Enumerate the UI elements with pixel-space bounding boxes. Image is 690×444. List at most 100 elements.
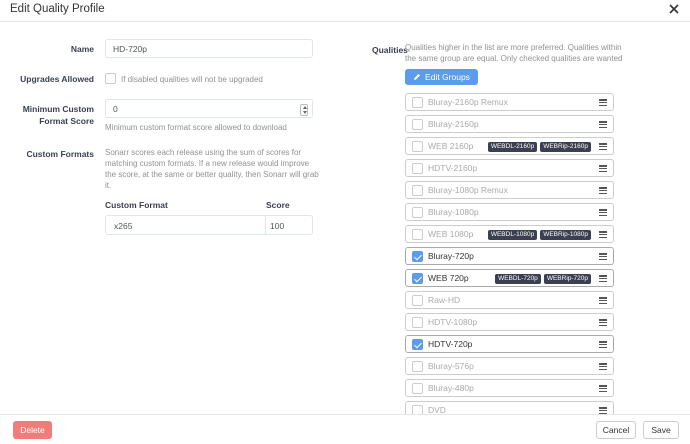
custom-format-score-input[interactable]: 100: [265, 216, 313, 234]
quality-name: Bluray-1080p Remux: [428, 185, 508, 195]
quality-checkbox[interactable]: [412, 207, 423, 218]
quality-tag: WEBDL-1080p: [487, 230, 538, 240]
drag-handle-icon[interactable]: [599, 319, 607, 327]
quality-checkbox[interactable]: [412, 383, 423, 394]
quality-item[interactable]: Bluray-2160p: [405, 115, 614, 133]
quality-checkbox[interactable]: [412, 163, 423, 174]
quality-name: WEB 1080p: [428, 229, 474, 239]
custom-formats-help-4: it.: [105, 181, 112, 190]
quality-name: Bluray-1080p: [428, 207, 479, 217]
drag-handle-icon[interactable]: [599, 363, 607, 371]
drag-handle-icon[interactable]: [599, 275, 607, 283]
modal-footer: Delete Cancel Save: [0, 414, 690, 444]
quality-checkbox[interactable]: [412, 405, 423, 414]
drag-handle-icon[interactable]: [599, 253, 607, 261]
drag-handle-icon[interactable]: [599, 187, 607, 195]
modal-header: Edit Quality Profile: [0, 0, 690, 22]
quality-checkbox[interactable]: [412, 339, 423, 350]
custom-formats-help-3: the score, at the same or better quality…: [105, 170, 319, 179]
min-score-label-2: Format Score: [39, 116, 94, 126]
quality-item[interactable]: HDTV-1080p: [405, 313, 614, 331]
quality-name: Raw-HD: [428, 295, 461, 305]
quality-item[interactable]: Bluray-1080p: [405, 203, 614, 221]
upgrades-allowed-label: Upgrades Allowed: [20, 74, 94, 84]
drag-handle-icon[interactable]: [599, 99, 607, 107]
quality-item[interactable]: DVD: [405, 401, 614, 414]
quality-tag: WEBRip-1080p: [540, 230, 591, 240]
quality-checkbox[interactable]: [412, 251, 423, 262]
quality-checkbox[interactable]: [412, 97, 423, 108]
save-button[interactable]: Save: [643, 421, 679, 439]
quality-item[interactable]: HDTV-720p: [405, 335, 614, 353]
drag-handle-icon[interactable]: [599, 165, 607, 173]
quality-group-tags: WEBDL-720p WEBRip-720p: [495, 274, 591, 284]
drag-handle-icon[interactable]: [599, 143, 607, 151]
quality-tag: WEBRip-720p: [543, 274, 591, 284]
modal-body: Name HD-720p Upgrades Allowed If disable…: [0, 22, 690, 414]
quality-item[interactable]: Bluray-2160p Remux: [405, 93, 614, 111]
min-score-value: 0: [113, 103, 118, 114]
drag-handle-icon[interactable]: [599, 341, 607, 349]
quality-item[interactable]: HDTV-2160p: [405, 159, 614, 177]
drag-handle-icon[interactable]: [599, 407, 607, 414]
quality-name: Bluray-480p: [428, 383, 474, 393]
quality-item[interactable]: Bluray-720p: [405, 247, 614, 265]
quality-name: Bluray-576p: [428, 361, 474, 371]
quality-name: WEB 720p: [428, 273, 469, 283]
quality-checkbox[interactable]: [412, 361, 423, 372]
quality-tag: WEBRip-2160p: [540, 142, 591, 152]
drag-handle-icon[interactable]: [599, 121, 607, 129]
stepper-icon[interactable]: [300, 104, 308, 116]
drag-handle-icon[interactable]: [599, 209, 607, 217]
quality-list: Bluray-2160p Remux Bluray-2160p WEB 2160p W…: [405, 93, 614, 414]
drag-handle-icon[interactable]: [599, 297, 607, 305]
quality-item[interactable]: Bluray-480p: [405, 379, 614, 397]
custom-formats-help-1: Sonarr scores each release using the sum…: [105, 148, 302, 157]
quality-item[interactable]: WEB 1080p WEBDL-1080p WEBRip-1080p: [405, 225, 614, 243]
quality-group-tags: WEBDL-2160p WEBRip-2160p: [487, 142, 591, 152]
custom-format-name: x265: [114, 221, 133, 231]
quality-name: WEB 2160p: [428, 141, 474, 151]
qualities-label: Qualities: [372, 45, 408, 55]
quality-name: HDTV-2160p: [428, 163, 478, 173]
cancel-button[interactable]: Cancel: [596, 421, 636, 439]
quality-checkbox[interactable]: [412, 119, 423, 130]
pencil-icon: [414, 74, 421, 80]
quality-name: HDTV-720p: [428, 339, 473, 349]
quality-name: DVD: [428, 405, 446, 414]
close-icon[interactable]: [666, 1, 682, 17]
qualities-help-2: the same group are equal. Only checked q…: [405, 54, 623, 63]
score-column-header: Score: [266, 200, 290, 210]
quality-name: Bluray-720p: [428, 251, 474, 261]
edit-groups-label: Edit Groups: [425, 72, 470, 82]
quality-item[interactable]: WEB 2160p WEBDL-2160p WEBRip-2160p: [405, 137, 614, 155]
quality-group-tags: WEBDL-1080p WEBRip-1080p: [487, 230, 591, 240]
quality-name: HDTV-1080p: [428, 317, 478, 327]
quality-checkbox[interactable]: [412, 317, 423, 328]
upgrades-allowed-checkbox[interactable]: [105, 73, 116, 84]
name-label: Name: [70, 44, 94, 54]
drag-handle-icon[interactable]: [599, 231, 607, 239]
quality-checkbox[interactable]: [412, 141, 423, 152]
quality-checkbox[interactable]: [412, 185, 423, 196]
custom-format-row: x265 100: [105, 215, 313, 235]
quality-item[interactable]: Bluray-576p: [405, 357, 614, 375]
custom-format-score-value: 100: [270, 221, 285, 231]
quality-tag: WEBDL-2160p: [487, 142, 538, 152]
name-input[interactable]: HD-720p: [105, 39, 313, 58]
quality-name: Bluray-2160p Remux: [428, 97, 508, 107]
quality-checkbox[interactable]: [412, 273, 423, 284]
drag-handle-icon[interactable]: [599, 385, 607, 393]
min-score-help: Minimum custom format score allowed to d…: [105, 123, 287, 132]
quality-item[interactable]: WEB 720p WEBDL-720p WEBRip-720p: [405, 269, 614, 287]
quality-item[interactable]: Bluray-1080p Remux: [405, 181, 614, 199]
delete-button[interactable]: Delete: [13, 421, 52, 439]
min-score-input[interactable]: 0: [105, 99, 313, 118]
quality-checkbox[interactable]: [412, 229, 423, 240]
custom-format-column-header: Custom Format: [105, 200, 168, 210]
quality-tag: WEBDL-720p: [495, 274, 541, 284]
edit-groups-button[interactable]: Edit Groups: [405, 69, 478, 85]
quality-item[interactable]: Raw-HD: [405, 291, 614, 309]
custom-formats-help-2: matching custom formats. If a new releas…: [105, 159, 310, 168]
quality-checkbox[interactable]: [412, 295, 423, 306]
